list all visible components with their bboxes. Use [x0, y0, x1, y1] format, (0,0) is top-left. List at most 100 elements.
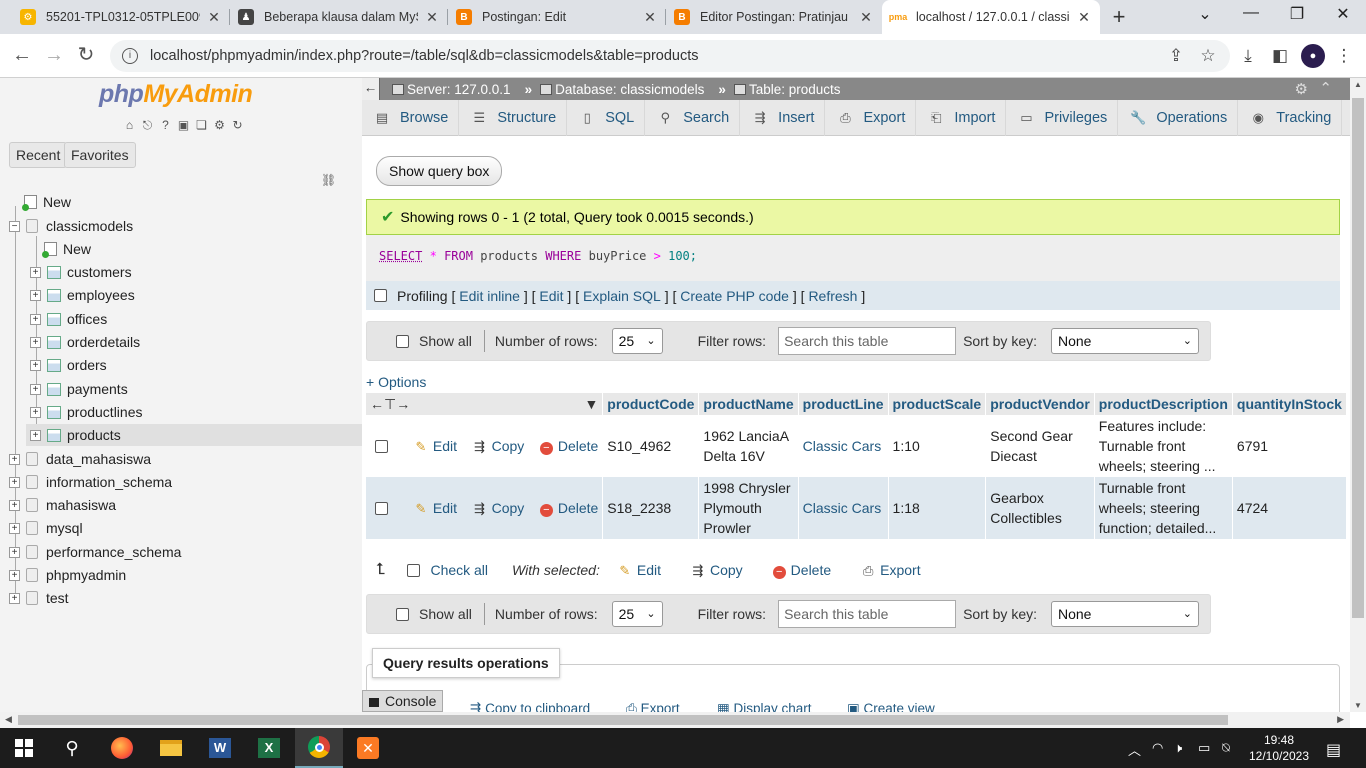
- check-all-label[interactable]: Check all: [430, 562, 488, 578]
- scroll-down-icon[interactable]: ▼: [1354, 701, 1362, 710]
- cell-productcode[interactable]: S18_2238: [602, 477, 700, 539]
- notifications-icon[interactable]: ▤: [1326, 740, 1341, 760]
- tab-search[interactable]: ⚲ Search: [645, 100, 741, 136]
- expand-icon[interactable]: +: [9, 546, 20, 558]
- cell-productname[interactable]: 1962 LanciaA Delta 16V: [698, 415, 799, 477]
- url-bar[interactable]: i localhost/phpmyadmin/index.php?route=/…: [110, 40, 1230, 72]
- cell-productline[interactable]: Classic Cars: [798, 415, 889, 477]
- tree-new-database[interactable]: New: [22, 191, 71, 213]
- show-all-checkbox[interactable]: [396, 334, 409, 348]
- scroll-left-icon[interactable]: ◀: [5, 714, 12, 725]
- cell-productvendor[interactable]: Gearbox Collectibles: [985, 477, 1095, 539]
- row-delete-button[interactable]: − Delete: [539, 438, 598, 455]
- column-header-quantityinstock[interactable]: quantityInStock: [1232, 393, 1347, 415]
- recent-button[interactable]: Recent: [9, 142, 68, 168]
- tab-insert[interactable]: ⇶ Insert: [740, 100, 826, 136]
- tree-db-classicmodels[interactable]: − classicmodels: [9, 215, 133, 237]
- link-icon[interactable]: ⛓: [321, 173, 336, 187]
- tree-table-orders[interactable]: + orders: [30, 354, 107, 376]
- tab-sql[interactable]: ▯ SQL: [567, 100, 646, 136]
- scroll-thumb[interactable]: [1352, 98, 1364, 618]
- docs-icon[interactable]: ▣: [176, 118, 191, 133]
- windows-start-icon[interactable]: [0, 728, 48, 768]
- breadcrumb-server[interactable]: Server: 127.0.0.1: [392, 82, 511, 97]
- tree-new-table[interactable]: New: [42, 238, 91, 260]
- forward-icon[interactable]: →: [42, 44, 66, 68]
- close-icon[interactable]: ✕: [642, 9, 658, 26]
- sort-dropdown-icon[interactable]: ▼: [584, 396, 598, 412]
- expand-icon[interactable]: +: [9, 569, 20, 581]
- vertical-scrollbar[interactable]: ▲ ▼: [1350, 78, 1366, 712]
- tab-operations[interactable]: 🔧 Operations: [1118, 100, 1239, 136]
- volume-icon[interactable]: 🕨: [1174, 740, 1182, 756]
- share-icon[interactable]: ⇪: [1164, 44, 1188, 68]
- profile-avatar[interactable]: ●: [1301, 44, 1325, 68]
- row-checkbox[interactable]: [375, 440, 388, 454]
- expand-icon[interactable]: +: [30, 313, 41, 325]
- profiling-checkbox[interactable]: [374, 289, 387, 302]
- tree-table-offices[interactable]: + offices: [30, 308, 107, 330]
- row-delete-button[interactable]: − Delete: [539, 500, 598, 517]
- scroll-right-icon[interactable]: ▶: [1337, 714, 1344, 725]
- row-copy-button[interactable]: ⇶ Copy: [473, 500, 524, 516]
- sort-select[interactable]: None ⌄: [1051, 328, 1199, 354]
- download-icon[interactable]: ⤓: [1236, 44, 1260, 68]
- more-menu-button[interactable]: ▼: [1342, 100, 1350, 136]
- wifi-icon[interactable]: ◠: [1152, 740, 1163, 756]
- expand-icon[interactable]: +: [30, 266, 41, 278]
- expand-icon[interactable]: +: [30, 406, 41, 418]
- tab-browse[interactable]: ▤ Browse: [362, 100, 460, 136]
- expand-icon[interactable]: +: [9, 476, 20, 488]
- phpmyadmin-logo[interactable]: phpMyAdmin: [99, 80, 253, 109]
- breadcrumb-table[interactable]: Table: products: [733, 82, 841, 97]
- rows-select[interactable]: 25 ⌄: [611, 328, 663, 354]
- file-explorer-icon[interactable]: [147, 728, 195, 768]
- column-header-productline[interactable]: productLine: [798, 393, 889, 415]
- browser-tab-phpmyadmin[interactable]: pma localhost / 127.0.0.1 / classic ✕: [882, 0, 1100, 34]
- new-tab-button[interactable]: +: [1106, 4, 1132, 30]
- expand-icon[interactable]: +: [30, 359, 41, 371]
- column-header-productdescription[interactable]: productDescription: [1094, 393, 1233, 415]
- row-copy-button[interactable]: ⇶ Copy: [473, 438, 524, 454]
- options-toggle[interactable]: + Options: [366, 374, 426, 390]
- column-header-productname[interactable]: productName: [698, 393, 799, 415]
- xampp-icon[interactable]: ✕: [344, 728, 392, 768]
- tab-export[interactable]: ⎙ Export: [825, 100, 917, 136]
- settings-icon[interactable]: ⚙: [1295, 80, 1308, 98]
- word-icon[interactable]: W: [196, 728, 244, 768]
- breadcrumb-database[interactable]: Database: classicmodels: [540, 82, 704, 97]
- cell-quantityinstock[interactable]: 4724: [1232, 477, 1347, 539]
- create-php-code-link[interactable]: Create PHP code: [680, 288, 789, 304]
- cell-productcode[interactable]: S10_4962: [602, 415, 700, 477]
- tab-structure[interactable]: ☰ Structure: [459, 100, 568, 136]
- expand-icon[interactable]: +: [30, 289, 41, 301]
- sql-keyword-link[interactable]: SELECT: [379, 249, 422, 263]
- expand-icon[interactable]: +: [9, 522, 20, 534]
- favorites-button[interactable]: Favorites: [64, 142, 136, 168]
- minimize-icon[interactable]: —: [1236, 4, 1266, 22]
- cell-productdescription[interactable]: Turnable front wheels; steering function…: [1094, 477, 1233, 539]
- edit-link[interactable]: Edit: [539, 288, 563, 304]
- row-edit-button[interactable]: ✎ Edit: [414, 438, 457, 454]
- show-query-box-button[interactable]: Show query box: [376, 156, 503, 186]
- scroll-up-icon[interactable]: ▲: [1354, 80, 1362, 89]
- column-header-productcode[interactable]: productCode: [602, 393, 700, 415]
- console-toggle[interactable]: Console: [362, 690, 444, 712]
- create-view-link[interactable]: ▣ Create view: [847, 701, 935, 712]
- filter-input[interactable]: Search this table: [778, 327, 957, 355]
- check-all-checkbox[interactable]: [407, 563, 421, 577]
- tab-tracking[interactable]: ◉ Tracking: [1238, 100, 1343, 136]
- tree-db-data-mahasiswa[interactable]: + data_mahasiswa: [9, 448, 151, 470]
- browser-tab-editor-postingan[interactable]: B Editor Postingan: Pratinjau ✕: [666, 0, 882, 34]
- search-icon[interactable]: ⚲: [48, 728, 96, 768]
- logout-icon[interactable]: ⎋: [140, 118, 155, 133]
- battery-icon[interactable]: ▭: [1198, 740, 1210, 756]
- cell-productscale[interactable]: 1:10: [888, 415, 987, 477]
- refresh-link[interactable]: Refresh: [808, 288, 857, 304]
- tab-import[interactable]: ⎗ Import: [916, 100, 1007, 136]
- horizontal-scrollbar[interactable]: ◀ ▶: [0, 712, 1350, 728]
- tree-table-customers[interactable]: + customers: [30, 261, 132, 283]
- copy-icon[interactable]: ❏: [194, 118, 209, 133]
- sort-select[interactable]: None ⌄: [1051, 601, 1199, 627]
- cell-productdescription[interactable]: Features include: Turnable front wheels;…: [1094, 415, 1233, 477]
